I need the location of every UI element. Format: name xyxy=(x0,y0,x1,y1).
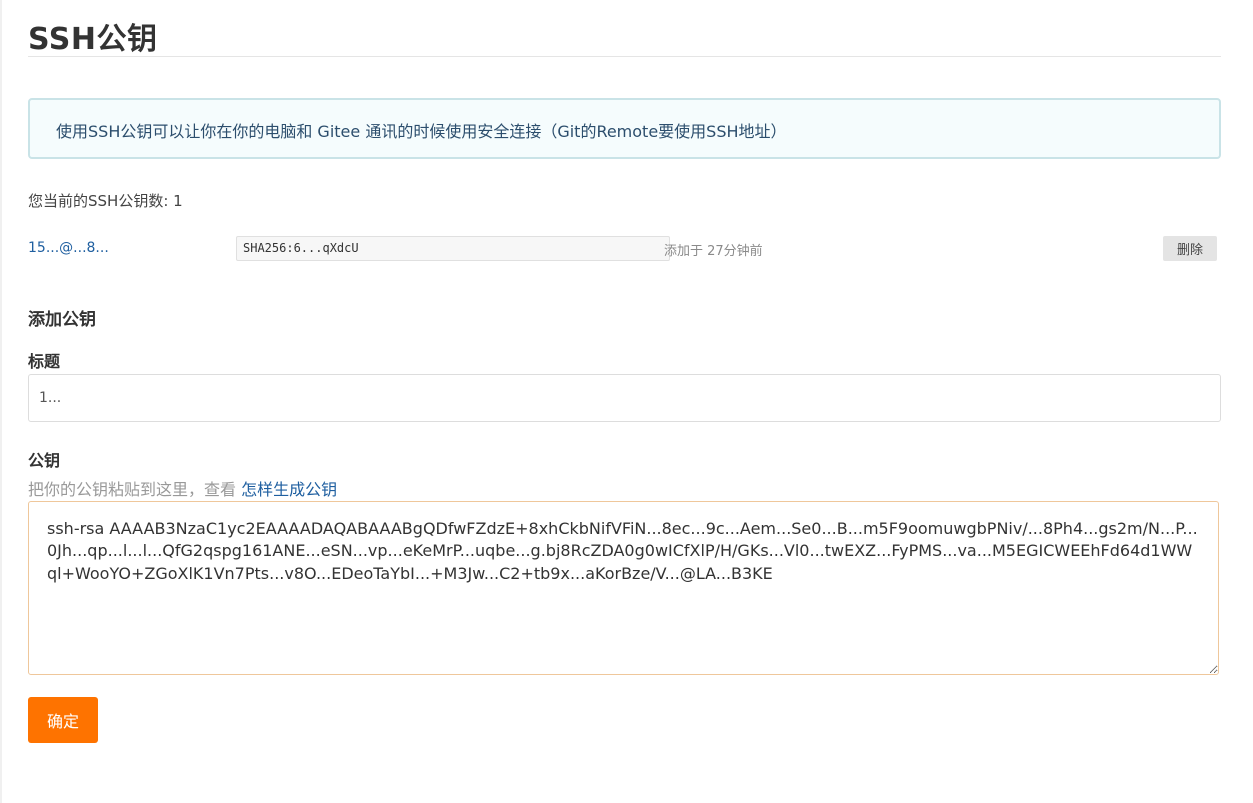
public-key-hint-text: 把你的公钥粘贴到这里，查看 xyxy=(28,480,237,499)
key-fingerprint: SHA256:6...qXdcU xyxy=(236,236,670,261)
how-to-generate-key-link[interactable]: 怎样生成公钥 xyxy=(241,480,337,499)
left-border xyxy=(0,0,2,803)
public-key-textarea[interactable]: ssh-rsa AAAAB3NzaC1yc2EAAAADAQABAAABgQDf… xyxy=(28,501,1219,675)
submit-button[interactable]: 确定 xyxy=(28,697,98,743)
key-added-time: 添加于 27分钟前 xyxy=(664,244,763,259)
public-key-hint: 把你的公钥粘贴到这里，查看 怎样生成公钥 xyxy=(28,476,337,500)
key-count-label: 您当前的SSH公钥数: 1 xyxy=(28,192,183,210)
page-title: SSH公钥 xyxy=(28,22,158,57)
title-input[interactable] xyxy=(28,374,1221,422)
title-field-label: 标题 xyxy=(28,352,61,371)
key-title-link[interactable]: 15...@...8... xyxy=(28,240,109,256)
delete-key-button[interactable]: 删除 xyxy=(1163,236,1217,261)
info-notice-text: 使用SSH公钥可以让你在你的电脑和 Gitee 通讯的时候使用安全连接（Git的… xyxy=(56,122,787,141)
public-key-field-label: 公钥 xyxy=(28,451,61,470)
add-key-section-title: 添加公钥 xyxy=(28,310,96,330)
title-divider xyxy=(28,56,1221,57)
info-notice: 使用SSH公钥可以让你在你的电脑和 Gitee 通讯的时候使用安全连接（Git的… xyxy=(28,98,1221,159)
ssh-key-row: 15...@...8... SHA256:6...qXdcU 添加于 27分钟前… xyxy=(28,235,1221,263)
